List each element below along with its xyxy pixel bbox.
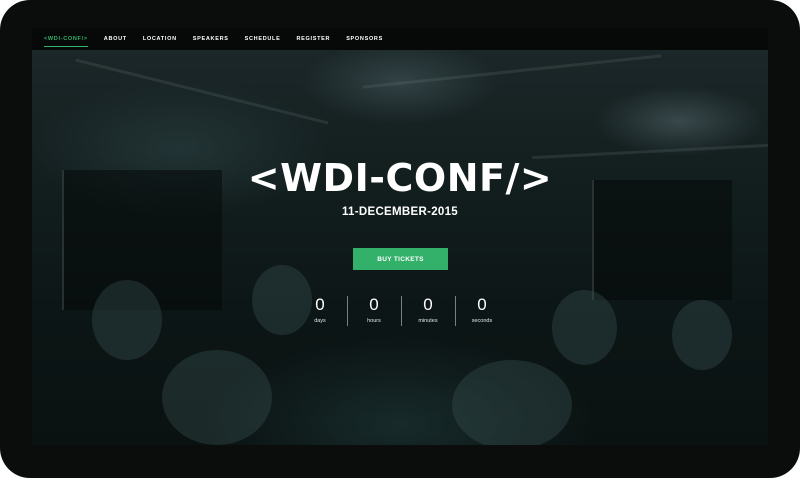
background-ceiling-beam	[75, 58, 329, 125]
countdown-days: 0 days	[293, 294, 347, 328]
browser-screen: <WDI-CONF/> ABOUT LOCATION SPEAKERS SCHE…	[32, 28, 768, 445]
background-crowd	[92, 280, 162, 360]
device-frame: <WDI-CONF/> ABOUT LOCATION SPEAKERS SCHE…	[0, 0, 800, 478]
countdown-label: seconds	[471, 318, 493, 324]
countdown-seconds: 0 seconds	[455, 294, 509, 328]
background-crowd	[552, 290, 617, 365]
nav-item-register[interactable]: REGISTER	[296, 36, 330, 42]
countdown-minutes: 0 minutes	[401, 294, 455, 328]
countdown-label: minutes	[418, 318, 438, 324]
hero-title: <WDI-CONF/>	[247, 156, 553, 200]
background-ceiling-beam	[362, 54, 662, 89]
event-date: 11-DECEMBER-2015	[341, 206, 458, 218]
nav-item-speakers[interactable]: SPEAKERS	[193, 36, 229, 42]
top-navigation: <WDI-CONF/> ABOUT LOCATION SPEAKERS SCHE…	[32, 28, 768, 50]
background-crowd	[672, 300, 732, 370]
countdown-value: 0	[423, 295, 433, 314]
countdown-value: 0	[315, 295, 325, 314]
countdown-hours: 0 hours	[347, 294, 401, 328]
countdown-timer: 0 days 0 hours 0 minutes 0 seconds	[293, 294, 508, 328]
nav-item-sponsors[interactable]: SPONSORS	[346, 36, 383, 42]
nav-item-about[interactable]: ABOUT	[104, 36, 127, 42]
nav-logo-link[interactable]: <WDI-CONF/>	[44, 36, 88, 47]
nav-item-location[interactable]: LOCATION	[143, 36, 177, 42]
countdown-value: 0	[369, 295, 379, 314]
countdown-value: 0	[477, 295, 487, 314]
background-crowd	[162, 350, 272, 445]
nav-item-schedule[interactable]: SCHEDULE	[245, 36, 281, 42]
buy-tickets-button[interactable]: BUY TICKETS	[353, 248, 448, 270]
countdown-label: days	[314, 318, 326, 324]
countdown-label: hours	[367, 318, 381, 324]
background-crowd	[452, 360, 572, 445]
